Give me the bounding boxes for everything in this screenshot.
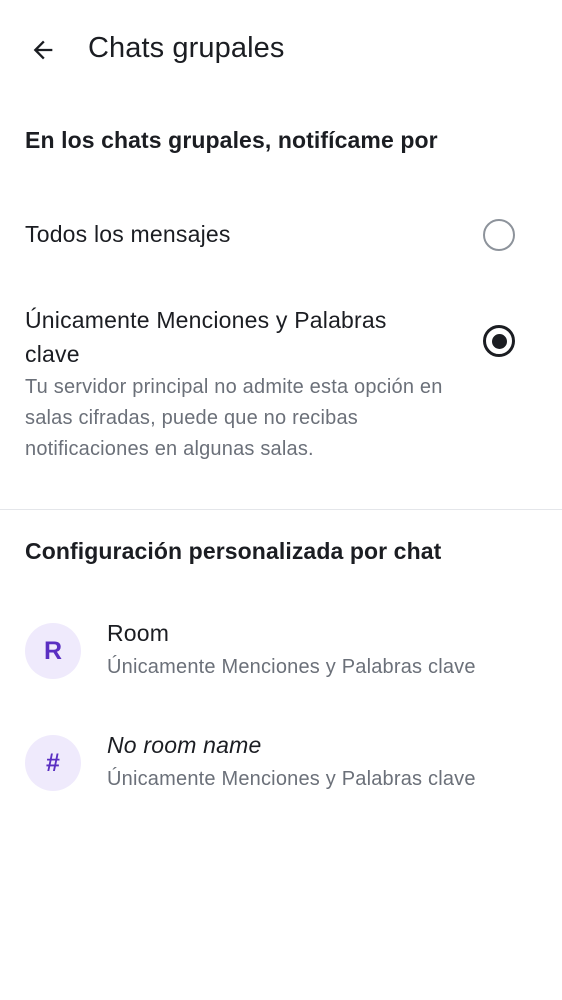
custom-section-title: Configuración personalizada por chat [25,538,442,564]
top-app-bar: Chats grupales [0,0,562,100]
arrow-left-icon [33,40,53,60]
room-name: Room [107,620,170,646]
page-title: Chats grupales [88,32,285,64]
option-mentions-keywords-label: Únicamente Menciones y Palabras clave [25,307,387,367]
radio-mentions-keywords[interactable] [483,325,515,357]
room-list-item[interactable]: R Room Únicamente Menciones y Palabras c… [0,600,562,700]
option-all-messages-label: Todos los mensajes [25,221,231,247]
option-mentions-keywords[interactable]: Únicamente Menciones y Palabras clave Tu… [0,290,562,480]
option-mentions-keywords-description: Tu servidor principal no admite esta opc… [25,376,443,460]
section-divider [0,509,562,510]
back-button[interactable] [20,27,66,73]
room-list-item[interactable]: # No room name Únicamente Menciones y Pa… [0,712,562,812]
room-notification-setting: Únicamente Menciones y Palabras clave [107,768,476,790]
notify-section-title: En los chats grupales, notifícame por [25,127,438,153]
room-name: No room name [107,732,262,758]
avatar: # [25,735,81,791]
room-notification-setting: Únicamente Menciones y Palabras clave [107,656,476,678]
radio-all-messages[interactable] [483,219,515,251]
option-all-messages[interactable]: Todos los mensajes [0,200,562,270]
avatar: R [25,623,81,679]
